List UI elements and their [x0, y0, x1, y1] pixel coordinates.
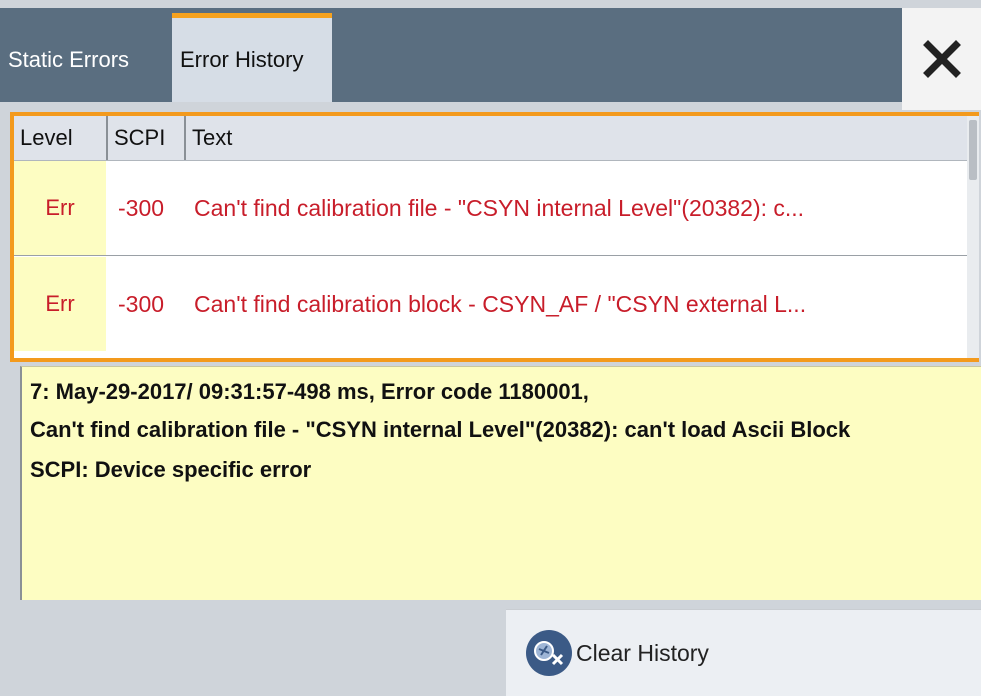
text-cell-value: Can't find calibration file - "CSYN inte…: [194, 194, 805, 221]
clear-history-button[interactable]: Clear History: [506, 609, 981, 696]
error-dialog: Static Errors Error History Level SCPI T…: [0, 0, 981, 696]
table-scrollbar-thumb[interactable]: [969, 120, 977, 180]
column-header-level[interactable]: Level: [14, 116, 108, 160]
text-cell: Can't find calibration block - CSYN_AF /…: [194, 257, 962, 351]
level-cell: Err: [14, 257, 106, 351]
clear-history-label: Clear History: [576, 639, 709, 666]
close-icon: [922, 40, 961, 78]
table-header: Level SCPI Text: [14, 116, 967, 161]
scpi-cell: -300: [118, 290, 165, 317]
error-detail-panel: 7: May-29-2017/ 09:31:57-498 ms, Error c…: [20, 366, 981, 600]
tab-bar: Static Errors Error History: [0, 8, 981, 110]
tab-error-history[interactable]: Error History: [172, 13, 332, 102]
detail-message-line: Can't find calibration file - "CSYN inte…: [30, 417, 851, 442]
clear-history-icon: [526, 630, 572, 676]
error-history-table: Level SCPI Text Err -300 Can't find cali…: [10, 112, 979, 362]
detail-scpi-line: SCPI: Device specific error: [30, 457, 312, 482]
column-header-scpi[interactable]: SCPI: [108, 116, 186, 160]
table-row[interactable]: Err -300 Can't find calibration file - "…: [14, 161, 967, 256]
tab-static-errors[interactable]: Static Errors: [0, 18, 172, 102]
close-button[interactable]: [902, 8, 981, 110]
column-header-text[interactable]: Text: [186, 116, 967, 160]
text-cell-value: Can't find calibration block - CSYN_AF /…: [194, 290, 807, 317]
level-cell: Err: [14, 161, 106, 255]
table-scrollbar[interactable]: [967, 116, 979, 358]
scpi-cell: -300: [118, 194, 165, 221]
tab-static-errors-label: Static Errors: [8, 47, 130, 72]
text-cell: Can't find calibration file - "CSYN inte…: [194, 161, 962, 255]
detail-timestamp-line: 7: May-29-2017/ 09:31:57-498 ms, Error c…: [30, 379, 589, 404]
tab-error-history-label: Error History: [180, 47, 304, 72]
table-row[interactable]: Err -300 Can't find calibration block - …: [14, 257, 967, 351]
